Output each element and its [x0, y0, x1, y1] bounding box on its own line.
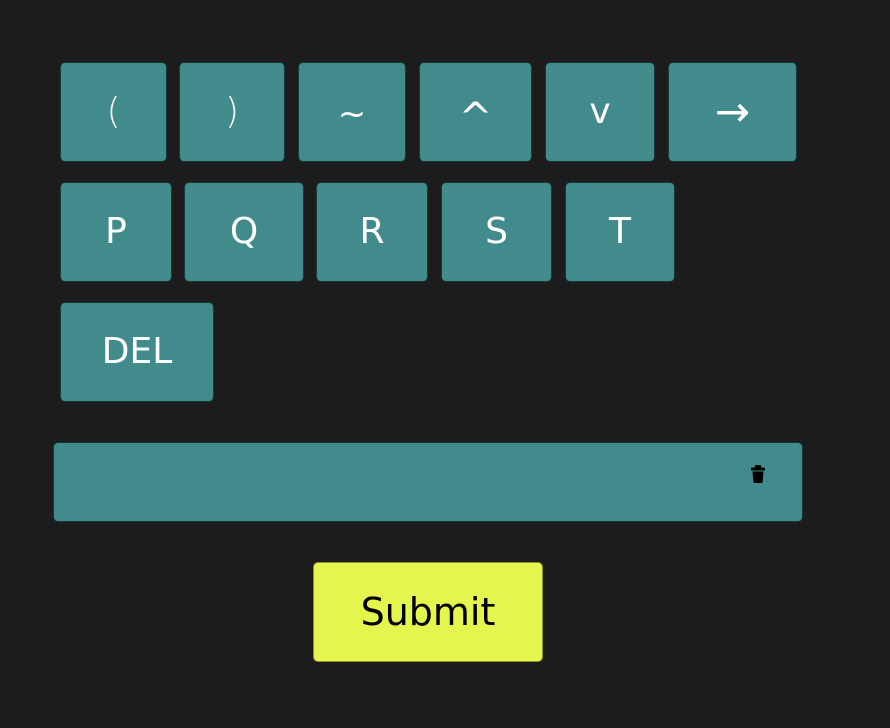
key-label: R	[359, 211, 385, 252]
key-label: T	[609, 211, 631, 252]
key-tilde[interactable]: ~	[298, 62, 406, 162]
key-label: ~	[337, 94, 367, 134]
key-label: P	[105, 211, 127, 252]
expression-input[interactable]	[53, 442, 803, 522]
key-del[interactable]: DEL	[60, 302, 214, 402]
key-arrow[interactable]: →	[668, 62, 797, 162]
key-caret[interactable]: ^	[419, 62, 532, 162]
key-r[interactable]: R	[316, 182, 428, 282]
key-label: Q	[229, 211, 259, 252]
key-label: v	[589, 91, 611, 132]
key-label: DEL	[101, 331, 173, 372]
key-v[interactable]: v	[545, 62, 655, 162]
key-label: →	[714, 87, 751, 136]
key-t[interactable]: T	[565, 182, 675, 282]
key-right-paren[interactable]: )	[179, 62, 285, 162]
submit-label: Submit	[360, 590, 496, 634]
key-label: ^	[458, 95, 493, 141]
key-left-paren[interactable]: (	[60, 62, 167, 162]
key-p[interactable]: P	[60, 182, 172, 282]
trash-icon[interactable]	[750, 465, 768, 485]
key-s[interactable]: S	[441, 182, 552, 282]
key-label: )	[224, 91, 240, 132]
key-q[interactable]: Q	[184, 182, 304, 282]
key-label: (	[106, 91, 121, 132]
key-label: S	[485, 211, 508, 252]
submit-button[interactable]: Submit	[313, 562, 543, 662]
